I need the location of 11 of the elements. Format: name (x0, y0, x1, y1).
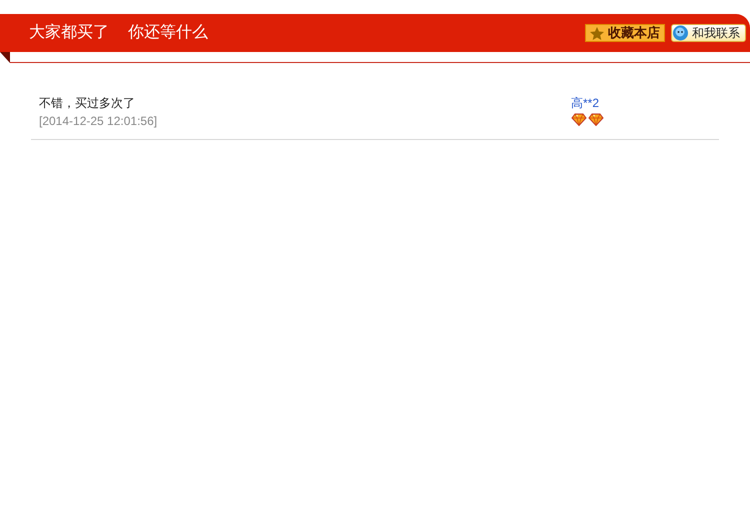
favorite-store-button[interactable]: 收藏本店 (585, 24, 665, 42)
reviewer-name: 高**2 (571, 95, 600, 112)
header-title: 大家都买了 (29, 22, 109, 43)
chat-bubble-icon (672, 25, 689, 41)
contact-button[interactable]: 和我联系 (671, 24, 746, 42)
star-icon (590, 26, 604, 40)
header-title: 你还等什么 (128, 23, 208, 43)
ribbon-fold-icon (0, 52, 10, 63)
review-time: [2014-12-25 12:01:56] (39, 113, 158, 130)
review-comment: 不错，买过多次了 (39, 95, 136, 112)
two-diamonds-icon (571, 113, 604, 126)
